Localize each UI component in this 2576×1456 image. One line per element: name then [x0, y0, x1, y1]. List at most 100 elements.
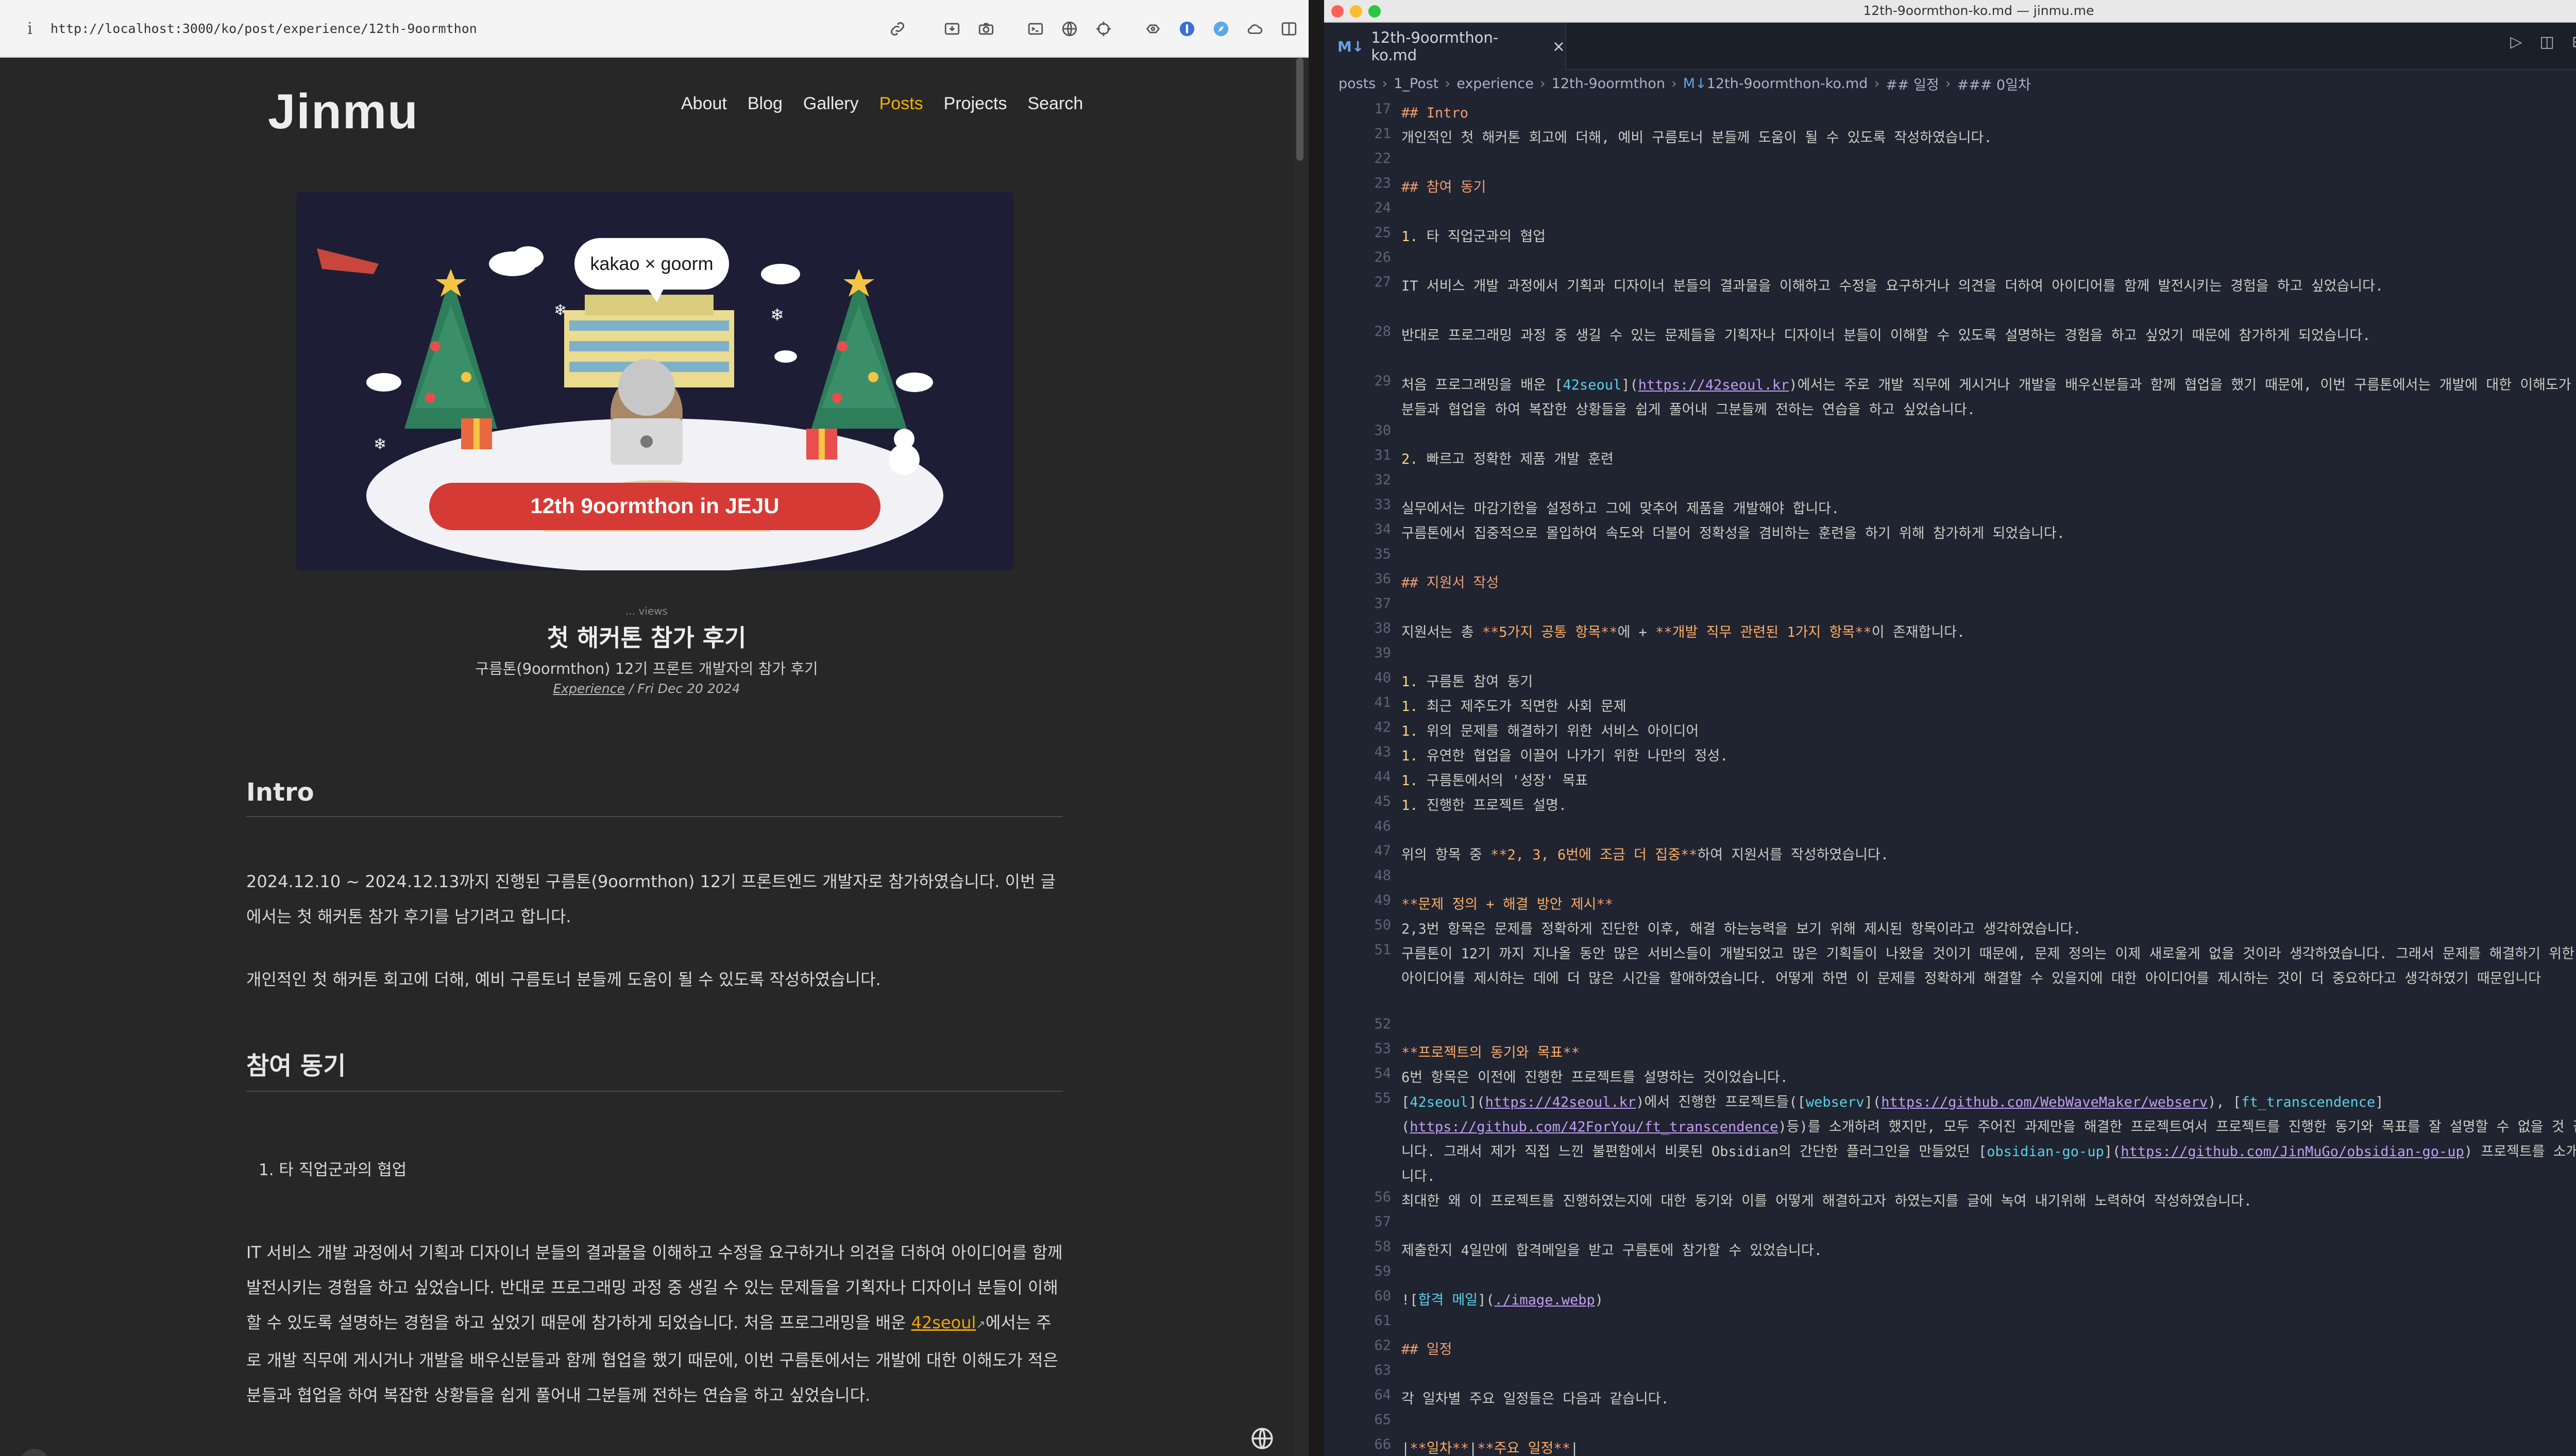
site-logo[interactable]: Jinmu	[268, 83, 419, 140]
hero-illustration: kakao × goorm ❄ ❄ ❄ 12th 9oormthon in JE…	[317, 238, 943, 570]
line-number: 35	[1374, 546, 1391, 562]
code-line[interactable]: 2,3번 항목은 문제를 정확하게 진단한 이후, 해결 하는능력을 보기 위해…	[1401, 917, 2576, 942]
code-line[interactable]: [42seoul](https://42seoul.kr)에서 진행한 프로젝트…	[1401, 1090, 2576, 1189]
code-line[interactable]: 실무에서는 마감기한을 설정하고 그에 맞추어 제품을 개발해야 합니다.	[1401, 497, 2576, 521]
line-number: 48	[1374, 868, 1391, 884]
line-number: 33	[1374, 497, 1391, 513]
line-number: 21	[1374, 126, 1391, 142]
url-text[interactable]: http://localhost:3000/ko/post/experience…	[50, 21, 477, 36]
code-line[interactable]: 구름톤이 12기 까지 지나올 동안 많은 서비스들이 개발되었고 많은 기획들…	[1401, 942, 2576, 991]
line-number: 60	[1374, 1288, 1391, 1304]
code-line[interactable]: 1. 타 직업군과의 협업	[1401, 225, 2576, 249]
tab-label: 12th-9oormthon-ko.md	[1371, 29, 1499, 64]
code-line[interactable]: 최대한 왜 이 프로젝트를 진행하였는지에 대한 동기와 이를 어떻게 해결하고…	[1401, 1189, 2576, 1214]
line-number: 44	[1374, 769, 1391, 785]
line-number: 53	[1374, 1041, 1391, 1057]
breadcrumb-item[interactable]: ## 일정	[1886, 74, 1939, 94]
code-line[interactable]: IT 서비스 개발 과정에서 기획과 디자이너 분들의 결과물을 이해하고 수정…	[1401, 274, 2576, 299]
code-line[interactable]: ## 지원서 작성	[1401, 571, 2576, 596]
svg-text:❄: ❄	[374, 435, 386, 453]
editor-window-title: 12th-9oormthon-ko.md — jinmu.me	[1863, 3, 2094, 18]
code-line[interactable]: 1. 유연한 협업을 이끌어 나가기 위한 나만의 정성.	[1401, 744, 2576, 769]
code-line[interactable]: 1. 구름톤에서의 '성장' 목표	[1401, 769, 2576, 793]
code-line[interactable]: ## Intro	[1401, 101, 2576, 126]
code-line[interactable]: 위의 항목 중 **2, 3, 6번에 조금 더 집중**하여 지원서를 작성하…	[1401, 843, 2576, 868]
code-line[interactable]: ## 일정	[1401, 1338, 2576, 1362]
page-scrollbar[interactable]	[1293, 58, 1309, 1456]
breadcrumb-item[interactable]: posts	[1338, 76, 1376, 92]
nav-posts[interactable]: Posts	[879, 94, 923, 114]
address-bar[interactable]: i http://localhost:3000/ko/post/experien…	[0, 0, 1309, 58]
compass-icon[interactable]	[1212, 20, 1230, 38]
42seoul-link[interactable]: 42seoul	[911, 1313, 976, 1332]
scrollbar-thumb[interactable]	[1296, 58, 1303, 161]
breadcrumb-item[interactable]: 12th-9oormthon-ko.md	[1707, 76, 1868, 92]
code-line[interactable]: **프로젝트의 동기와 목표**	[1401, 1041, 2576, 1065]
nav-blog[interactable]: Blog	[748, 94, 783, 114]
line-number: 27	[1374, 274, 1391, 290]
meta-separator: /	[624, 681, 638, 696]
code-line[interactable]: 개인적인 첫 해커톤 회고에 더해, 예비 구름토너 분들께 도움이 될 수 있…	[1401, 126, 2576, 150]
terminal-icon[interactable]	[1026, 20, 1045, 38]
globe-icon[interactable]	[1060, 20, 1079, 38]
breadcrumb-item[interactable]: 12th-9oormthon	[1552, 76, 1665, 92]
code-line[interactable]: |**일차**|**주요 일정**|	[1401, 1436, 2576, 1456]
code-line[interactable]: 각 일차별 주요 일정들은 다음과 같습니다.	[1401, 1387, 2576, 1412]
sidebar-icon[interactable]	[1280, 20, 1298, 38]
code-line[interactable]: 1. 위의 문제를 해결하기 위한 서비스 아이디어	[1401, 719, 2576, 744]
run-icon[interactable]: ▷	[2510, 33, 2522, 51]
editor-window: 12th-9oormthon-ko.md — jinmu.me M↓ 12th-…	[1324, 0, 2576, 1456]
line-number: 52	[1374, 1016, 1391, 1032]
site-info-icon[interactable]: i	[14, 19, 45, 38]
line-number: 41	[1374, 695, 1391, 710]
tab-close-icon[interactable]: ×	[1552, 38, 1565, 56]
line-number: 25	[1374, 225, 1391, 241]
nav-projects[interactable]: Projects	[944, 94, 1007, 114]
web-page: Jinmu About Blog Gallery Posts Projects …	[0, 58, 1293, 1456]
bolt-icon[interactable]: ⚡	[20, 1449, 49, 1456]
breadcrumb-item[interactable]: 1_Post	[1394, 76, 1438, 92]
breadcrumb-item[interactable]: experience	[1456, 76, 1534, 92]
cloud-icon[interactable]	[1246, 20, 1264, 38]
breadcrumb-item[interactable]: ### 0일차	[1957, 74, 2031, 94]
download-icon[interactable]	[943, 20, 961, 38]
open-preview-icon[interactable]: ◫	[2540, 33, 2554, 51]
site-nav: About Blog Gallery Posts Projects Search	[681, 94, 1083, 114]
code-line[interactable]: ## 참여 동기	[1401, 175, 2576, 200]
line-number: 47	[1374, 843, 1391, 859]
line-number: 43	[1374, 744, 1391, 760]
code-line[interactable]: 6번 항목은 이전에 진행한 프로젝트를 설명하는 것이었습니다.	[1401, 1065, 2576, 1090]
nav-gallery[interactable]: Gallery	[803, 94, 859, 114]
intro-paragraph-2: 개인적인 첫 해커톤 회고에 더해, 예비 구름토너 분들께 도움이 될 수 있…	[246, 970, 881, 989]
code-line[interactable]: 1. 구름톤 참여 동기	[1401, 670, 2576, 695]
crosshair-icon[interactable]	[1094, 20, 1113, 38]
language-globe-icon[interactable]	[1249, 1426, 1275, 1451]
privacy-icon[interactable]	[1178, 20, 1196, 38]
camera-icon[interactable]	[977, 20, 995, 38]
tab-12th-9oormthon-ko[interactable]: M↓ 12th-9oormthon-ko.md ×	[1324, 23, 1566, 70]
code-line[interactable]: 반대로 프로그래밍 과정 중 생길 수 있는 문제들을 기획자나 디자이너 분들…	[1401, 324, 2576, 348]
code-line[interactable]: 처음 프로그래밍을 배운 [42seoul](https://42seoul.k…	[1401, 373, 2576, 422]
line-number: 28	[1374, 324, 1391, 340]
svg-text:❄: ❄	[554, 301, 567, 319]
code-line[interactable]: 2. 빠르고 정확한 제품 개발 훈련	[1401, 447, 2576, 472]
split-editor-icon[interactable]: ⊟	[2572, 33, 2576, 51]
code-line[interactable]: 구름톤에서 집중적으로 몰입하여 속도와 더불어 정확성을 겸비하는 훈련을 하…	[1401, 521, 2576, 546]
code-line[interactable]: 지원서는 총 **5가지 공통 항목**에 + **개발 직무 관련된 1가지 …	[1401, 620, 2576, 645]
category-link[interactable]: Experience	[553, 681, 624, 696]
nav-search[interactable]: Search	[1028, 94, 1083, 114]
view-count: ... views	[625, 605, 668, 617]
code-line[interactable]: ![합격 메일](./image.webp)	[1401, 1288, 2576, 1313]
code-line[interactable]: **문제 정의 + 해결 방안 제시**	[1401, 892, 2576, 917]
link-icon[interactable]	[888, 20, 907, 38]
code-area[interactable]: 17 ## Intro 21 개인적인 첫 해커톤 회고에 더해, 예비 구름토너 분…	[1324, 97, 2576, 1456]
code-line[interactable]: 1. 진행한 프로젝트 설명.	[1401, 793, 2576, 818]
motive-paragraph-1: IT 서비스 개발 과정에서 기획과 디자이너 분들의 결과물을 이해하고 수정…	[246, 1235, 1063, 1413]
line-number: 40	[1374, 670, 1391, 686]
code-line[interactable]: 제출한지 4일만에 합격메일을 받고 구름톤에 참가할 수 있었습니다.	[1401, 1239, 2576, 1263]
code-line[interactable]: 1. 최근 제주도가 직면한 사회 문제	[1401, 695, 2576, 719]
nav-about[interactable]: About	[681, 94, 727, 114]
line-number: 64	[1374, 1387, 1391, 1403]
line-number: 58	[1374, 1239, 1391, 1255]
extension-icon[interactable]	[1144, 20, 1162, 38]
